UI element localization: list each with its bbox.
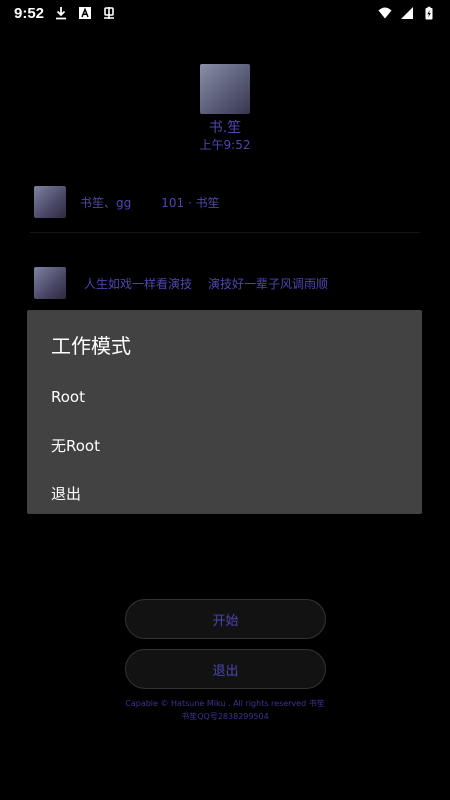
option-no-root[interactable]: 无Root <box>27 421 422 469</box>
message-text: 101 · 书笙 <box>161 195 220 210</box>
divider <box>30 232 420 233</box>
message-author: 书笙、gg <box>80 195 132 210</box>
signal-icon <box>401 7 413 19</box>
status-bar: 9:52 <box>0 0 450 26</box>
download-icon <box>56 7 67 20</box>
message-author: 人生如戏一样看演技 <box>84 276 193 291</box>
option-root[interactable]: Root <box>27 373 422 421</box>
work-mode-dialog: 工作模式 Root 无Root 退出 <box>27 310 422 514</box>
status-time: 9:52 <box>14 4 45 22</box>
option-exit[interactable]: 退出 <box>27 469 422 517</box>
bug-icon <box>104 7 115 19</box>
profile-avatar <box>200 64 250 114</box>
app-notification-icon <box>79 7 92 19</box>
message-avatar <box>34 186 66 218</box>
wifi-icon <box>378 7 392 19</box>
dialog-title: 工作模式 <box>51 334 131 358</box>
footer-contact: 书笙QQ号2838299504 <box>181 712 269 721</box>
start-button[interactable]: 开始 <box>125 599 326 639</box>
profile-name: 书.笙 <box>208 120 242 136</box>
message-item: 人生如戏一样看演技 演技好一辈子风调雨顺 <box>34 267 328 299</box>
message-avatar <box>34 267 66 299</box>
profile-time: 上午9:52 <box>199 138 251 152</box>
footer-copyright: Capable © Hatsune Miku . All rights rese… <box>125 699 325 708</box>
message-text: 演技好一辈子风调雨顺 <box>208 276 329 291</box>
exit-button[interactable]: 退出 <box>125 649 326 689</box>
battery-charging-icon <box>425 6 433 20</box>
message-item: 书笙、gg 101 · 书笙 <box>34 186 220 218</box>
